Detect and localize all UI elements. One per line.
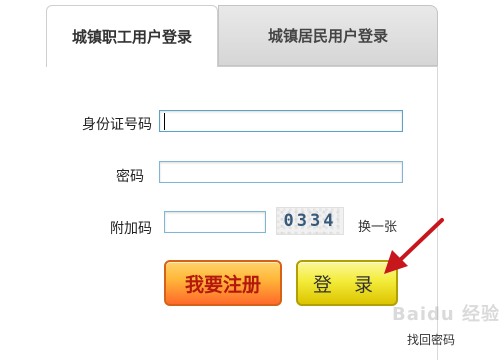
register-button-label: 我要注册 — [184, 273, 261, 296]
watermark: Baidu 经验 — [392, 304, 500, 325]
tab-employee-login-label: 城镇职工用户登录 — [71, 28, 192, 46]
captcha-input[interactable] — [164, 211, 266, 233]
annotation-arrow-icon — [384, 218, 444, 274]
tab-divider — [218, 66, 438, 67]
tab-bar: 城镇职工用户登录 城镇居民用户登录 — [0, 0, 500, 67]
captcha-image[interactable]: 0334 — [276, 207, 344, 235]
tab-resident-login-label: 城镇居民用户登录 — [267, 27, 388, 45]
login-button-label: 登 录 — [312, 273, 382, 296]
tab-employee-login[interactable]: 城镇职工用户登录 — [46, 5, 218, 67]
captcha-image-text: 0334 — [283, 211, 337, 231]
id-number-label: 身份证号码 — [82, 117, 152, 133]
password-input[interactable] — [159, 161, 403, 183]
forgot-password-link[interactable]: 找回密码 — [407, 331, 455, 348]
tab-bar-filler — [438, 0, 500, 66]
password-label: 密码 — [116, 169, 144, 185]
id-number-input[interactable] — [159, 110, 403, 132]
captcha-label: 附加码 — [110, 221, 152, 237]
tab-resident-login[interactable]: 城镇居民用户登录 — [218, 5, 438, 66]
login-panel: 城镇职工用户登录 城镇居民用户登录 身份证号码 密码 附加码 0334 换一张 … — [0, 0, 500, 360]
text-cursor — [164, 113, 165, 130]
register-button[interactable]: 我要注册 — [164, 260, 282, 306]
